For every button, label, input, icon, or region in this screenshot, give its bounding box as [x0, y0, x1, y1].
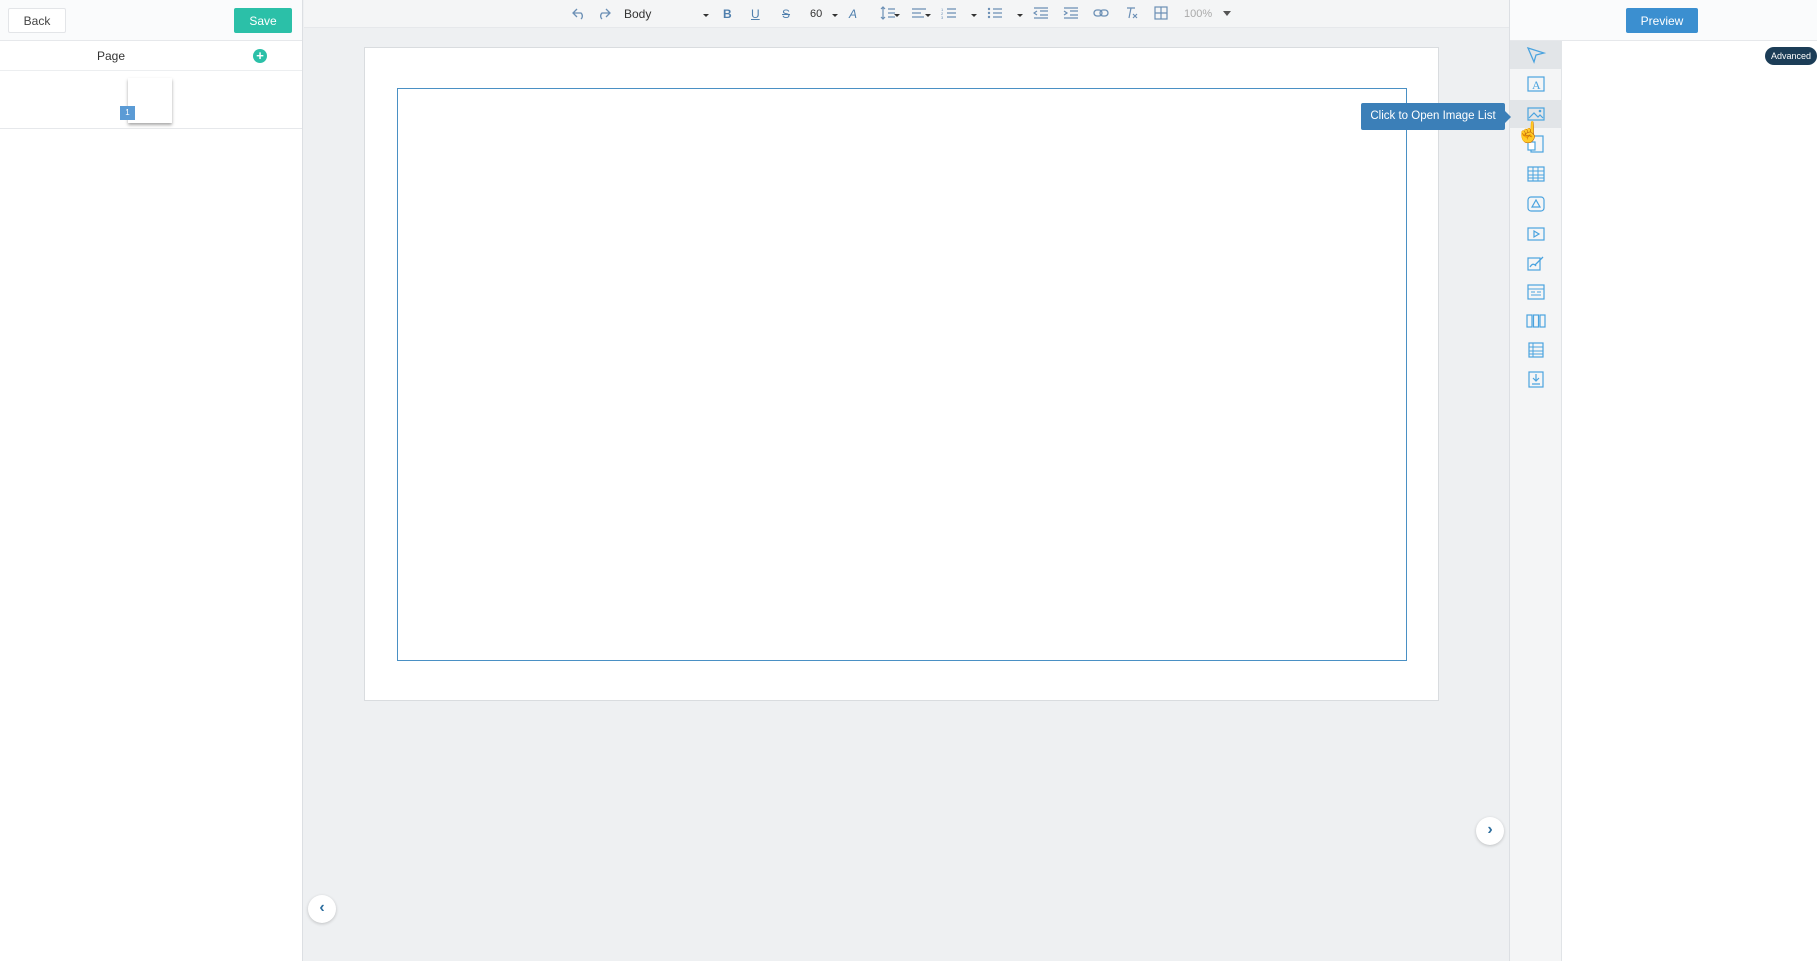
indent-icon[interactable] [1063, 6, 1079, 20]
undo-icon[interactable] [572, 6, 586, 20]
shape-icon[interactable] [1520, 190, 1552, 218]
video-icon[interactable] [1520, 220, 1552, 248]
clear-format-icon[interactable] [1124, 6, 1138, 20]
page-list-header: Page + [0, 41, 302, 71]
list-icon[interactable] [1520, 336, 1552, 364]
format-toolbar: Body B U S 60 A 123 100% [304, 0, 1509, 28]
font-size-select[interactable]: 60 [810, 6, 822, 22]
signature-icon[interactable] [1520, 249, 1552, 277]
back-button[interactable]: Back [8, 8, 66, 33]
download-icon[interactable] [1520, 365, 1552, 393]
chevron-left-icon[interactable]: ‹ [308, 895, 336, 923]
strikethrough-icon[interactable]: S [782, 6, 790, 22]
text-box-icon[interactable]: A [1520, 70, 1552, 98]
zoom-select[interactable]: 100% [1184, 6, 1212, 22]
preview-button[interactable]: Preview [1626, 8, 1698, 33]
chevron-down-icon[interactable] [832, 14, 838, 17]
left-header: Back Save [0, 0, 302, 41]
page-thumbnail-number: 1 [120, 106, 135, 120]
line-height-icon[interactable] [880, 6, 896, 20]
redo-icon[interactable] [597, 6, 611, 20]
unordered-list-icon[interactable] [987, 6, 1003, 20]
table-icon[interactable] [1520, 160, 1552, 188]
bold-icon[interactable]: B [723, 6, 732, 22]
text-color-icon[interactable]: A [849, 6, 857, 22]
chevron-down-icon[interactable] [925, 14, 931, 17]
image-list-tooltip: Click to Open Image List [1361, 103, 1511, 130]
chevron-down-icon[interactable] [971, 14, 977, 17]
align-icon[interactable] [911, 6, 927, 20]
chevron-down-icon[interactable] [1223, 11, 1231, 16]
page-canvas[interactable] [364, 47, 1439, 701]
ordered-list-icon[interactable]: 123 [941, 6, 957, 20]
pointer-icon[interactable] [1510, 41, 1562, 69]
chevron-right-icon[interactable]: › [1476, 817, 1504, 845]
chevron-down-icon[interactable] [894, 14, 900, 17]
outdent-icon[interactable] [1033, 6, 1049, 20]
advanced-button[interactable]: Advanced [1765, 47, 1817, 65]
right-panel: Preview A Advanced [1509, 0, 1817, 961]
content-frame[interactable] [397, 88, 1407, 661]
page-list-title: Page [97, 49, 126, 63]
left-panel: Back Save Page + 1 [0, 0, 303, 961]
underline-icon[interactable]: U [751, 6, 760, 22]
svg-text:A: A [1532, 78, 1541, 92]
insert-tool-strip: A [1510, 41, 1562, 961]
form-icon[interactable] [1520, 278, 1552, 306]
paragraph-style-select[interactable]: Body [624, 6, 651, 22]
columns-icon[interactable] [1520, 307, 1552, 335]
chevron-down-icon[interactable] [1017, 14, 1023, 17]
svg-text:3: 3 [941, 15, 944, 20]
table-icon[interactable] [1154, 6, 1168, 20]
chevron-down-icon[interactable] [703, 14, 709, 17]
save-button[interactable]: Save [234, 8, 292, 33]
plus-circle-icon[interactable]: + [253, 49, 267, 63]
hand-cursor-icon: ☝ [1516, 122, 1541, 144]
link-icon[interactable] [1093, 6, 1109, 20]
page-thumbnail-list: 1 [0, 71, 302, 129]
right-header: Preview [1510, 0, 1817, 41]
